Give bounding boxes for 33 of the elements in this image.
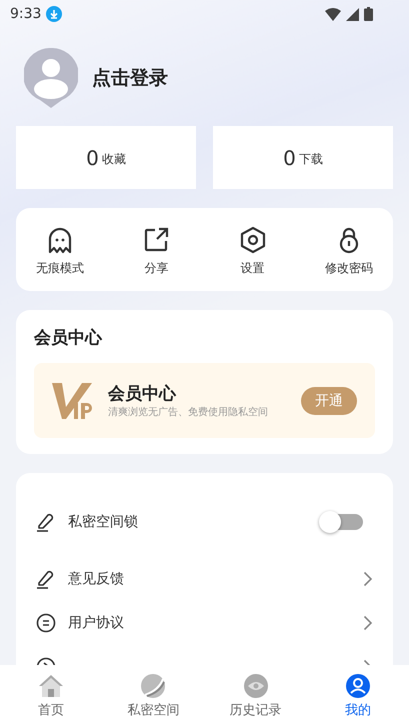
stat-card[interactable]: 0 下载 — [213, 126, 393, 189]
section-title: 会员中心 — [34, 327, 104, 349]
document-icon — [36, 613, 56, 633]
wifi-icon — [325, 8, 341, 20]
planet-icon — [141, 674, 166, 698]
tool-label[interactable]: 设置 — [240, 260, 265, 277]
tab[interactable]: 我的 — [312, 674, 403, 718]
vip-banner[interactable]: 会员中心 清爽浏览无广告、免费使用隐私空间 开通 — [34, 363, 375, 438]
vip-title: 会员中心 — [108, 383, 178, 405]
eye-icon — [244, 674, 268, 698]
status-time: 9:33 — [10, 6, 42, 22]
share-icon[interactable] — [142, 226, 170, 254]
ghost-icon[interactable] — [46, 226, 74, 254]
tool-label[interactable]: 修改密码 — [324, 260, 373, 277]
login-link[interactable]: 点击登录 — [92, 65, 168, 91]
tab[interactable]: 首页 — [6, 674, 96, 718]
tab[interactable]: 历史记录 — [210, 674, 301, 718]
signal-icon — [346, 8, 359, 20]
vip-subtitle: 清爽浏览无广告、免费使用隐私空间 — [108, 406, 269, 419]
download-icon — [46, 6, 62, 22]
tab[interactable]: 私密空间 — [108, 674, 198, 718]
battery-icon — [364, 7, 373, 21]
tool-label[interactable]: 无痕模式 — [36, 260, 84, 277]
stat-card[interactable]: 0 收藏 — [16, 126, 196, 189]
home-icon — [38, 674, 64, 698]
tool-label[interactable]: 分享 — [144, 260, 168, 277]
menu-item[interactable]: 私密空间锁 — [68, 513, 138, 531]
menu-item[interactable]: 意见反馈 — [68, 570, 124, 588]
user-icon — [346, 674, 370, 698]
menu-item[interactable]: 用户协议 — [68, 614, 124, 632]
pen-icon — [36, 569, 56, 589]
pen-icon — [36, 512, 56, 532]
settings-icon[interactable] — [238, 226, 267, 254]
